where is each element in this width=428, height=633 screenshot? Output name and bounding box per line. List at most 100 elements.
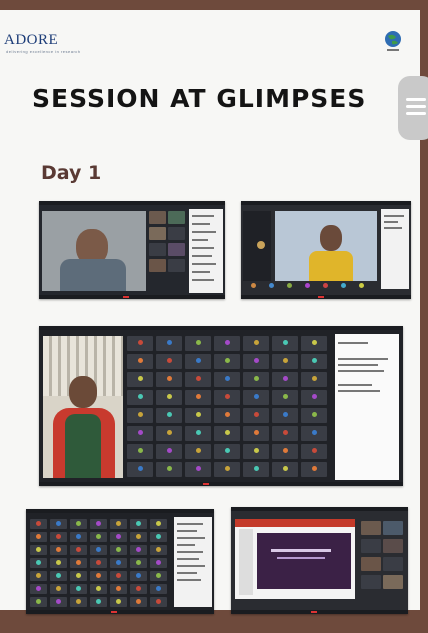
avatar-icon — [56, 520, 61, 526]
avatar-icon — [136, 559, 141, 565]
participant-tile — [150, 558, 167, 568]
avatar-icon — [76, 520, 81, 526]
participant-tile — [110, 571, 127, 581]
participant-tile — [301, 372, 327, 387]
participant-tile — [70, 558, 87, 568]
screenshot-3 — [39, 326, 403, 486]
participant-tile — [243, 354, 269, 369]
participant-tile — [30, 558, 47, 568]
participant-tile — [130, 532, 147, 542]
participant-tile — [90, 558, 107, 568]
avatar-icon — [156, 585, 161, 591]
participant-tile — [185, 372, 211, 387]
menu-handle-icon[interactable] — [398, 76, 428, 140]
avatar-icon — [116, 585, 121, 591]
participant-tile — [272, 336, 298, 351]
participant-tile — [156, 426, 182, 441]
participant-tile — [272, 408, 298, 423]
participant-tile — [127, 408, 153, 423]
participant-tile — [70, 545, 87, 555]
screenshot-4 — [26, 509, 214, 614]
participant-tile — [130, 519, 147, 529]
participant-tile — [30, 584, 47, 594]
globe-logo-icon — [385, 31, 401, 51]
avatar-icon — [311, 430, 317, 435]
avatar-icon — [56, 533, 61, 539]
avatar-icon — [166, 430, 172, 435]
participant-tile — [156, 390, 182, 405]
avatar-icon — [224, 448, 230, 453]
avatar-icon — [166, 340, 172, 345]
avatar-icon — [136, 520, 141, 526]
participant-tile — [214, 372, 240, 387]
avatar-icon — [56, 546, 61, 552]
avatar-icon — [36, 598, 41, 604]
participant-tile — [150, 519, 167, 529]
avatar-icon — [195, 394, 201, 399]
avatar-icon — [253, 376, 259, 381]
avatar-icon — [137, 448, 143, 453]
participant-tile — [90, 519, 107, 529]
avatar-icon — [56, 598, 61, 604]
participant-tile — [50, 558, 67, 568]
participant-tile — [130, 545, 147, 555]
avatar-icon — [282, 430, 288, 435]
avatar-icon — [311, 448, 317, 453]
participant-tile — [214, 354, 240, 369]
avatar-icon — [224, 394, 230, 399]
participant-tile — [243, 336, 269, 351]
screenshot-1 — [39, 201, 225, 299]
participant-tile — [90, 532, 107, 542]
avatar-icon — [136, 585, 141, 591]
participant-tile — [30, 519, 47, 529]
avatar-icon — [195, 448, 201, 453]
poster-page: ADORE delivering excellence in research … — [0, 10, 428, 614]
participant-tile — [214, 336, 240, 351]
avatar-icon — [253, 466, 259, 471]
participant-tile — [70, 571, 87, 581]
avatar-icon — [76, 585, 81, 591]
avatar-icon — [282, 448, 288, 453]
logo-tagline: delivering excellence in research — [6, 49, 81, 54]
participant-tile — [150, 545, 167, 555]
avatar-icon — [282, 394, 288, 399]
participant-tile — [272, 462, 298, 477]
participant-tile — [214, 462, 240, 477]
avatar-icon — [253, 394, 259, 399]
avatar-icon — [56, 559, 61, 565]
participant-tile — [156, 336, 182, 351]
participant-tile — [156, 408, 182, 423]
participant-tile — [130, 584, 147, 594]
participant-tile — [243, 408, 269, 423]
avatar-icon — [136, 572, 141, 578]
participant-tile — [50, 571, 67, 581]
participant-tile — [301, 426, 327, 441]
screenshot-2 — [241, 201, 411, 299]
avatar-icon — [76, 598, 81, 604]
avatar-icon — [76, 559, 81, 565]
participant-tile — [185, 462, 211, 477]
avatar-icon — [96, 598, 101, 604]
participant-tile — [185, 408, 211, 423]
avatar-icon — [282, 466, 288, 471]
participant-tile — [127, 426, 153, 441]
avatar-icon — [137, 430, 143, 435]
avatar-icon — [224, 466, 230, 471]
avatar-icon — [156, 546, 161, 552]
participant-tile — [127, 372, 153, 387]
participant-tile — [50, 597, 67, 607]
participant-tile — [214, 390, 240, 405]
participant-tile — [150, 584, 167, 594]
avatar-icon — [282, 340, 288, 345]
avatar-icon — [166, 394, 172, 399]
participant-tile — [272, 426, 298, 441]
participant-tile — [110, 584, 127, 594]
avatar-icon — [76, 546, 81, 552]
avatar-icon — [56, 572, 61, 578]
participant-tile — [150, 571, 167, 581]
avatar-icon — [136, 546, 141, 552]
avatar-icon — [116, 533, 121, 539]
participant-tile — [150, 532, 167, 542]
participant-tile — [30, 545, 47, 555]
avatar-icon — [253, 412, 259, 417]
